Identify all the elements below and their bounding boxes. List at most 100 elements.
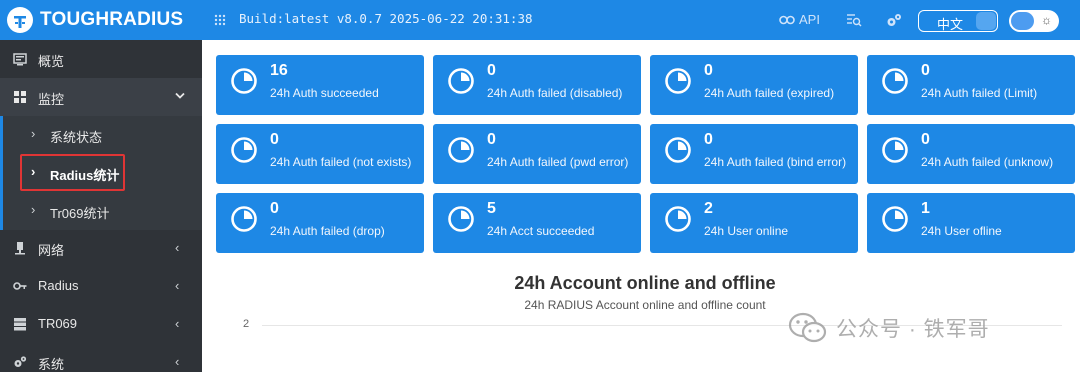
- stat-card: 5 24h Acct succeeded: [433, 193, 641, 253]
- stat-label: 24h User ofline: [921, 224, 1002, 238]
- theme-toggle[interactable]: ☼: [1009, 10, 1059, 32]
- pie-chart-icon: [448, 137, 474, 163]
- sidebar-item-label: 监控: [38, 92, 65, 107]
- build-info: Build:latest v8.0.7 2025-06-22 20:31:38: [239, 11, 533, 26]
- stat-value: 0: [270, 200, 279, 217]
- stat-card: 0 24h Auth failed (not exists): [216, 124, 424, 184]
- sidebar-item-tr069[interactable]: TR069 ‹: [0, 305, 202, 343]
- theme-toggle-knob: [1011, 12, 1034, 30]
- stat-value: 0: [921, 62, 930, 79]
- pie-chart-icon: [882, 137, 908, 163]
- chart-title: 24h Account online and offline: [514, 273, 776, 293]
- stat-label: 24h Auth failed (unknow): [921, 155, 1054, 169]
- sidebar-subitem-radius-stats[interactable]: › Radius统计: [0, 154, 202, 192]
- stat-card: 1 24h User ofline: [867, 193, 1075, 253]
- wechat-icon: [788, 312, 827, 343]
- chevron-right-icon: ›: [31, 202, 36, 217]
- stat-card: 0 24h Auth failed (Limit): [867, 55, 1075, 115]
- stat-label: 24h Auth failed (disabled): [487, 86, 623, 100]
- watermark-text: 公众号 · 铁军哥: [836, 318, 990, 341]
- sidebar-item-radius[interactable]: Radius ‹: [0, 267, 202, 305]
- stat-card: 0 24h Auth failed (pwd error): [433, 124, 641, 184]
- language-toggle[interactable]: 中文: [918, 10, 998, 32]
- stat-value: 2: [704, 200, 713, 217]
- stat-label: 24h Auth failed (bind error): [704, 155, 847, 169]
- chevron-left-icon: ‹: [175, 278, 180, 293]
- sidebar-subitem-label: Tr069统计: [50, 206, 110, 221]
- sun-icon: ☼: [1041, 13, 1052, 27]
- chevron-left-icon: ‹: [175, 316, 180, 331]
- stat-card: 0 24h Auth failed (disabled): [433, 55, 641, 115]
- gears-icon: [14, 356, 27, 367]
- language-toggle-knob: [976, 12, 996, 30]
- stat-value: 0: [704, 62, 713, 79]
- network-icon: [15, 242, 25, 255]
- chevron-down-icon: [175, 92, 185, 99]
- sidebar-subitem-label: Radius统计: [50, 168, 120, 183]
- sidebar-subitem-label: 系统状态: [50, 130, 103, 145]
- grid-icon: [14, 91, 26, 103]
- chevron-left-icon: ‹: [175, 354, 180, 369]
- chevron-left-icon: ‹: [175, 240, 180, 255]
- settings-gear-icon[interactable]: [886, 12, 902, 28]
- stat-card: 0 24h Auth failed (bind error): [650, 124, 858, 184]
- stat-label: 24h Acct succeeded: [487, 224, 595, 238]
- pie-chart-icon: [882, 206, 908, 232]
- stat-value: 0: [487, 131, 496, 148]
- stat-label: 24h Auth failed (pwd error): [487, 155, 629, 169]
- sidebar-subitem-system-status[interactable]: › 系统状态: [0, 116, 202, 154]
- stat-card: 0 24h Auth failed (expired): [650, 55, 858, 115]
- stat-value: 0: [921, 131, 930, 148]
- stat-card: 0 24h Auth failed (unknow): [867, 124, 1075, 184]
- key-icon: [13, 282, 27, 290]
- server-icon: [14, 318, 26, 331]
- sidebar-item-label: Radius: [38, 278, 79, 293]
- stat-card: 0 24h Auth failed (drop): [216, 193, 424, 253]
- y-axis-tick: 2: [243, 318, 250, 330]
- stat-value: 0: [704, 131, 713, 148]
- sidebar-item-system[interactable]: 系统 ‹: [0, 343, 202, 372]
- language-label: 中文: [937, 17, 964, 32]
- api-label: API: [799, 12, 820, 27]
- stat-label: 24h Auth failed (Limit): [921, 86, 1038, 100]
- stat-card: 2 24h User online: [650, 193, 858, 253]
- sidebar-item-network[interactable]: 网络 ‹: [0, 229, 202, 267]
- stat-value: 0: [487, 62, 496, 79]
- stat-value: 16: [270, 62, 288, 79]
- watermark: 公众号 · 铁军哥: [788, 312, 990, 344]
- stat-label: 24h Auth failed (drop): [270, 224, 385, 238]
- pie-chart-icon: [231, 206, 257, 232]
- sidebar-item-label: 系统: [38, 357, 65, 372]
- sidebar-item-monitor[interactable]: 监控: [0, 78, 202, 116]
- top-header: TOUGHRADIUS Build:latest v8.0.7 2025-06-…: [0, 0, 1080, 40]
- api-link[interactable]: API: [779, 12, 820, 27]
- sidebar-item-label: TR069: [38, 316, 78, 331]
- pie-chart-icon: [231, 68, 257, 94]
- sidebar-item-overview[interactable]: 概览: [0, 40, 202, 78]
- stat-label: 24h User online: [704, 224, 789, 238]
- dashboard-icon: [13, 53, 27, 66]
- search-list-icon[interactable]: [846, 12, 862, 28]
- pie-chart-icon: [448, 206, 474, 232]
- brand-name[interactable]: TOUGHRADIUS: [40, 9, 183, 31]
- sidebar-subitem-tr069-stats[interactable]: › Tr069统计: [0, 192, 202, 230]
- stat-label: 24h Auth failed (expired): [704, 86, 835, 100]
- sidebar-item-label: 网络: [38, 243, 65, 258]
- menu-toggle-icon[interactable]: [214, 14, 226, 26]
- pie-chart-icon: [665, 68, 691, 94]
- stat-label: 24h Auth succeeded: [270, 86, 379, 100]
- pie-chart-icon: [882, 68, 908, 94]
- chevron-right-icon: ›: [31, 126, 36, 141]
- pie-chart-icon: [231, 137, 257, 163]
- stat-value: 5: [487, 200, 496, 217]
- link-icon: [779, 15, 795, 24]
- pie-chart-icon: [665, 137, 691, 163]
- logo-icon[interactable]: [6, 6, 34, 34]
- chart-subtitle: 24h RADIUS Account online and offline co…: [524, 298, 766, 312]
- stat-value: 0: [270, 131, 279, 148]
- sidebar-item-label: 概览: [38, 54, 65, 69]
- stat-label: 24h Auth failed (not exists): [270, 155, 412, 169]
- chevron-right-icon: ›: [31, 164, 36, 179]
- pie-chart-icon: [448, 68, 474, 94]
- stat-card: 16 24h Auth succeeded: [216, 55, 424, 115]
